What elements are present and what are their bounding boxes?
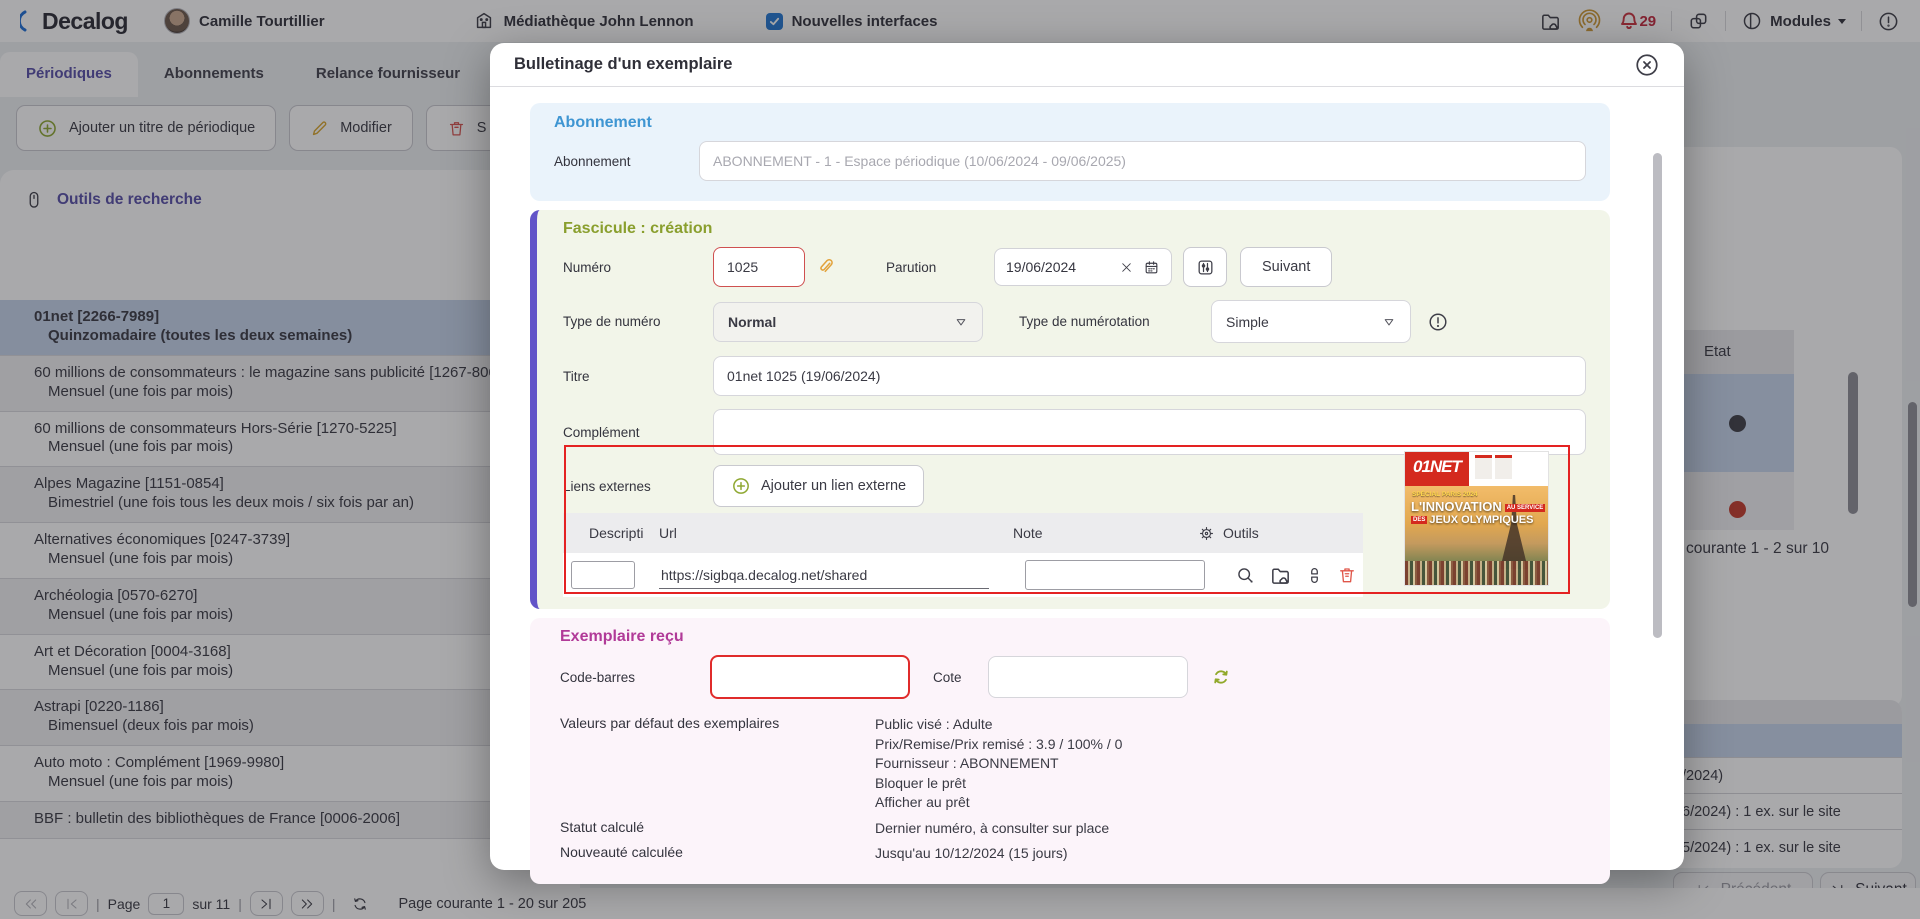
complement-label: Complément: [563, 425, 713, 440]
dropdown-arrow-icon: [954, 315, 968, 329]
numero-input[interactable]: [713, 247, 805, 287]
default-value-line: Prix/Remise/Prix remisé : 3.9 / 100% / 0: [875, 735, 1122, 755]
abonnement-heading: Abonnement: [554, 114, 1586, 132]
cover-photo: SPÉCIAL PARIS 2024 L'INNOVATIONAU SERVIC…: [1405, 486, 1548, 585]
folder-cloud-icon[interactable]: [1269, 564, 1292, 587]
cote-label: Cote: [933, 670, 988, 685]
fascicule-section: Fascicule : création Numéro Parution 19/…: [530, 210, 1610, 609]
sliders-icon: [1196, 258, 1215, 277]
nouveaute-value: Jusqu'au 10/12/2024 (15 jours): [875, 844, 1068, 864]
unlink-icon[interactable]: [1305, 566, 1324, 585]
cover-title-line2: DESJEUX OLYMPIQUES: [1411, 514, 1548, 526]
external-link-row: [563, 553, 1363, 597]
modal-body: Abonnement Abonnement Fascicule : créati…: [490, 87, 1684, 884]
delete-link-icon[interactable]: [1337, 565, 1357, 585]
statut-value: Dernier numéro, à consulter sur place: [875, 819, 1109, 839]
default-value-line: Afficher au prêt: [875, 793, 1122, 813]
clear-date-icon[interactable]: [1120, 261, 1133, 274]
liens-externes-label: Liens externes: [563, 479, 713, 494]
link-row-tools: [1235, 564, 1357, 587]
crowd-graphic: [1405, 561, 1548, 585]
abonnement-label: Abonnement: [554, 154, 699, 169]
cover-masthead: 01NET: [1405, 452, 1469, 486]
default-value-line: Bloquer le prêt: [875, 774, 1122, 794]
code-barres-label: Code-barres: [560, 670, 710, 685]
cover-title-line1: L'INNOVATIONAU SERVICE: [1411, 499, 1548, 514]
abonnement-section: Abonnement Abonnement: [530, 103, 1610, 201]
col-outils: Outils: [1198, 525, 1363, 542]
type-numerotation-label: Type de numérotation: [1019, 314, 1199, 329]
type-numero-select[interactable]: Normal: [713, 302, 983, 342]
gear-icon: [1198, 525, 1215, 542]
cover-tagline: SPÉCIAL PARIS 2024: [1412, 491, 1548, 498]
external-links-table: Descripti Url Note Outils: [563, 513, 1363, 597]
link-note-input[interactable]: [1025, 560, 1205, 590]
suivant-number-button[interactable]: Suivant: [1240, 247, 1332, 287]
close-icon: [1634, 52, 1660, 78]
cover-inset-boxes: [1469, 452, 1515, 486]
search-icon[interactable]: [1235, 565, 1256, 586]
modal-title: Bulletinage d'un exemplaire: [514, 55, 732, 74]
statut-label: Statut calculé: [560, 819, 875, 839]
numero-label: Numéro: [563, 260, 713, 275]
type-numerotation-select[interactable]: Simple: [1211, 300, 1411, 343]
calendar-icon[interactable]: [1143, 259, 1160, 276]
plus-circle-icon: [731, 476, 751, 496]
nouveaute-label: Nouveauté calculée: [560, 844, 875, 864]
titre-input[interactable]: [713, 356, 1586, 396]
titre-label: Titre: [563, 369, 713, 384]
default-value-line: Fournisseur : ABONNEMENT: [875, 754, 1122, 774]
col-description: Descripti: [563, 525, 659, 541]
parution-date-value: 19/06/2024: [1006, 259, 1110, 275]
abonnement-input[interactable]: [699, 141, 1586, 181]
default-value-line: Public visé : Adulte: [875, 715, 1122, 735]
col-url: Url: [659, 525, 1013, 541]
parution-label: Parution: [886, 260, 994, 275]
defaults-label: Valeurs par défaut des exemplaires: [560, 715, 875, 813]
modal-scrollbar[interactable]: [1653, 153, 1662, 638]
modal-header: Bulletinage d'un exemplaire: [490, 43, 1684, 87]
link-url-input[interactable]: [659, 561, 989, 589]
exemplaire-section: Exemplaire reçu Code-barres Cote Valeurs…: [530, 618, 1610, 884]
defaults-values: Public visé : AdultePrix/Remise/Prix rem…: [875, 715, 1122, 813]
complement-input[interactable]: [713, 409, 1586, 455]
parution-date-field[interactable]: 19/06/2024: [994, 248, 1172, 286]
magazine-cover: 01NET SPÉCIAL PARIS 2024 L'INNOVATIONAU …: [1405, 452, 1548, 585]
fascicule-heading: Fascicule : création: [563, 220, 1586, 238]
dropdown-arrow-icon: [1382, 315, 1396, 329]
refresh-icon[interactable]: [1210, 666, 1232, 688]
exemplaire-heading: Exemplaire reçu: [560, 628, 1586, 646]
col-note: Note: [1013, 525, 1198, 541]
external-links-table-header: Descripti Url Note Outils: [563, 513, 1363, 553]
code-barres-input[interactable]: [710, 655, 910, 699]
add-external-link-button[interactable]: Ajouter un lien externe: [713, 465, 924, 507]
warning-icon[interactable]: [1427, 311, 1449, 333]
cote-input[interactable]: [988, 656, 1188, 698]
close-button[interactable]: [1634, 52, 1660, 78]
type-numero-label: Type de numéro: [563, 314, 713, 329]
numbering-settings-button[interactable]: [1183, 247, 1227, 287]
link-description-input[interactable]: [571, 561, 635, 589]
bulletinage-modal: Bulletinage d'un exemplaire Abonnement A…: [490, 43, 1684, 870]
paperclip-icon[interactable]: [816, 257, 836, 277]
